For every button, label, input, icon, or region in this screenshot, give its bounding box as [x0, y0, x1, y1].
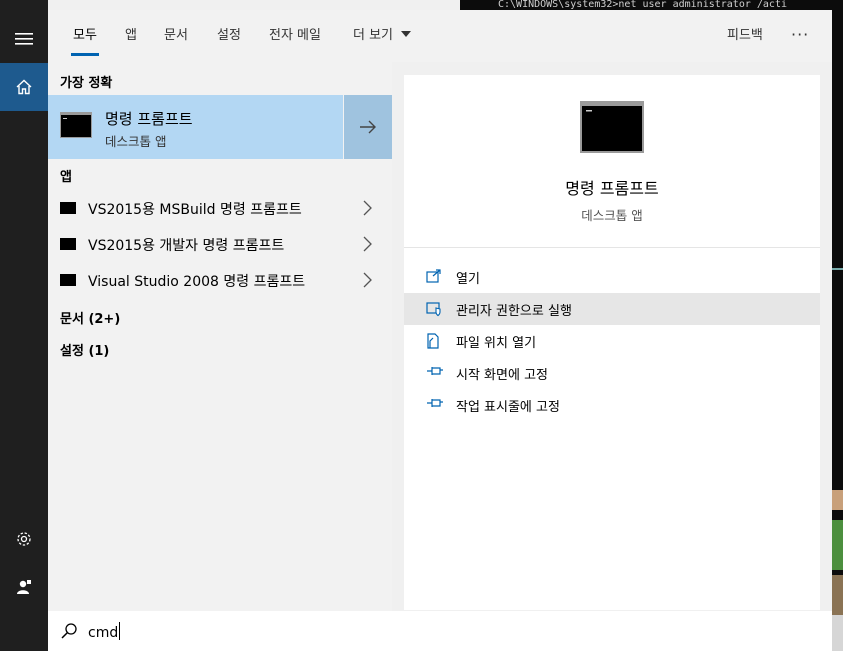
- apps-heading: 앱: [60, 170, 72, 185]
- tab-email[interactable]: 전자 메일: [269, 10, 321, 62]
- background-strip-segment: [832, 575, 843, 615]
- tab-more-label: 더 보기: [353, 28, 394, 43]
- tab-documents[interactable]: 문서: [164, 10, 188, 62]
- background-strip-segment: [832, 490, 843, 510]
- action-label: 관리자 권한으로 실행: [456, 304, 572, 319]
- background-strip-segment: [832, 268, 843, 270]
- best-match-subtitle: 데스크톱 앱: [105, 134, 167, 149]
- tab-settings[interactable]: 설정: [217, 10, 241, 62]
- home-icon: [16, 79, 32, 95]
- hamburger-icon: [15, 33, 33, 45]
- arrow-right-icon: [360, 120, 376, 134]
- tab-more[interactable]: 더 보기: [353, 10, 412, 62]
- chevron-right-icon[interactable]: [362, 272, 372, 288]
- account-button[interactable]: [0, 563, 48, 611]
- results-pane: 가장 정확 명령 프롬프트 데스크톱 앱 앱 VS2015용 MSBuild 명…: [48, 62, 392, 611]
- preview-title: 명령 프롬프트: [565, 179, 659, 198]
- hamburger-menu-button[interactable]: [0, 15, 48, 63]
- shield-icon: [426, 302, 441, 317]
- more-options-button[interactable]: ···: [791, 10, 809, 62]
- pin-icon: [427, 399, 443, 407]
- action-run-as-admin[interactable]: 관리자 권한으로 실행: [404, 293, 820, 325]
- settings-heading[interactable]: 설정 (1): [60, 340, 109, 359]
- best-match-heading: 가장 정확: [60, 76, 113, 91]
- background-terminal-text: C:\WINDOWS\system32>net user administrat…: [498, 0, 787, 10]
- search-box[interactable]: cmd: [48, 611, 832, 651]
- gear-icon: [17, 532, 31, 546]
- app-result-label: VS2015용 MSBuild 명령 프롬프트: [88, 202, 302, 218]
- chevron-right-icon[interactable]: [362, 236, 372, 252]
- preview-subtitle: 데스크톱 앱: [581, 208, 643, 223]
- background-strip-segment: [832, 615, 843, 651]
- action-open-file-location[interactable]: 파일 위치 열기: [404, 325, 820, 357]
- action-pin-to-taskbar[interactable]: 작업 표시줄에 고정: [404, 389, 820, 421]
- action-label: 열기: [456, 272, 480, 287]
- best-match-item[interactable]: 명령 프롬프트 데스크톱 앱: [48, 95, 343, 159]
- chevron-right-icon[interactable]: [362, 200, 372, 216]
- action-label: 작업 표시줄에 고정: [456, 400, 560, 415]
- filter-tab-bar: 모두 앱 문서 설정 전자 메일 더 보기 피드백 ···: [48, 10, 832, 62]
- console-app-icon: [60, 202, 76, 214]
- preview-divider: [404, 247, 820, 248]
- file-location-icon: [427, 333, 439, 349]
- console-app-icon: [60, 238, 76, 250]
- tab-apps[interactable]: 앱: [125, 10, 137, 62]
- settings-button[interactable]: [0, 515, 48, 563]
- feedback-button[interactable]: 피드백: [727, 10, 763, 62]
- home-button[interactable]: [0, 63, 48, 111]
- background-right-strip: [832, 0, 843, 651]
- user-icon: [17, 580, 31, 594]
- documents-heading[interactable]: 문서 (2+): [60, 308, 120, 327]
- action-label: 시작 화면에 고정: [456, 368, 548, 383]
- caret-down-icon: [401, 31, 412, 37]
- app-result-label: VS2015용 개발자 명령 프롬프트: [88, 238, 285, 254]
- text-caret: [119, 622, 121, 640]
- app-result-label: Visual Studio 2008 명령 프롬프트: [88, 274, 306, 290]
- command-prompt-large-icon: [580, 101, 644, 153]
- search-input-value: cmd: [88, 625, 119, 641]
- search-input[interactable]: cmd: [88, 622, 121, 641]
- best-match-title: 명령 프롬프트: [105, 110, 193, 128]
- app-result-item[interactable]: Visual Studio 2008 명령 프롬프트: [48, 262, 392, 298]
- command-prompt-icon: [60, 112, 92, 138]
- app-result-item[interactable]: VS2015용 개발자 명령 프롬프트: [48, 226, 392, 262]
- search-icon: [61, 623, 77, 639]
- pin-icon: [427, 367, 443, 375]
- app-result-item[interactable]: VS2015용 MSBuild 명령 프롬프트: [48, 190, 392, 226]
- action-pin-to-start[interactable]: 시작 화면에 고정: [404, 357, 820, 389]
- background-strip-segment: [832, 520, 843, 570]
- tab-all[interactable]: 모두: [71, 10, 99, 62]
- start-rail: [0, 0, 48, 651]
- background-terminal-line: C:\WINDOWS\system32>net user administrat…: [460, 0, 843, 10]
- best-match-expand-button[interactable]: [344, 95, 392, 159]
- action-open[interactable]: 열기: [404, 261, 820, 293]
- open-icon: [426, 269, 441, 283]
- action-label: 파일 위치 열기: [456, 336, 537, 351]
- console-app-icon: [60, 274, 76, 286]
- preview-pane: 명령 프롬프트 데스크톱 앱 열기 관리자 권한으로 실행 파일 위치 열기 시…: [404, 75, 820, 610]
